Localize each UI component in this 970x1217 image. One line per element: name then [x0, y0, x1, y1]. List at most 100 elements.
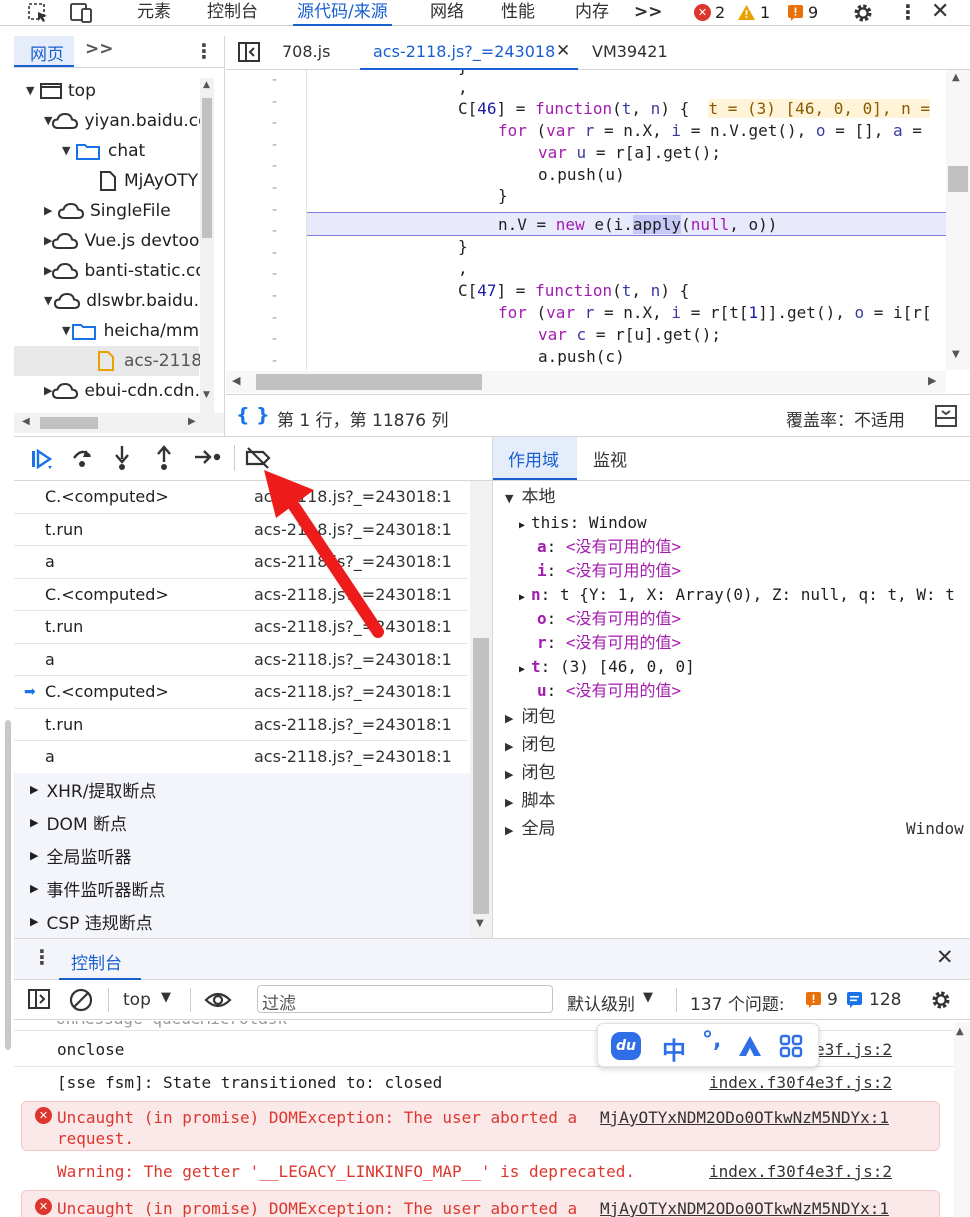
ime-punctuation-icon[interactable]: °,: [702, 1028, 721, 1053]
device-toolbar-icon[interactable]: [69, 2, 95, 24]
file-tab-vm[interactable]: VM39421: [592, 36, 668, 70]
console-scrollbar[interactable]: [954, 1022, 970, 1217]
scope-var-u[interactable]: u: <没有可用的值>: [505, 679, 970, 703]
issues-summary[interactable]: 137 个问题:: [690, 990, 785, 1015]
ime-skin-icon[interactable]: [737, 1034, 763, 1058]
toggle-navigator-icon[interactable]: [238, 42, 260, 62]
scope-var-r[interactable]: r: <没有可用的值>: [505, 631, 970, 655]
expand-arrow-icon[interactable]: ▼: [62, 316, 72, 346]
toggle-drawer-icon[interactable]: [935, 405, 957, 427]
code-area[interactable]: -------------- } , C[46] = function(t, n…: [226, 70, 946, 370]
collapse-arrow-icon[interactable]: ▶: [44, 226, 52, 256]
tree-item-file[interactable]: MjAyOTY: [14, 166, 199, 196]
section-csp-breakpoints[interactable]: ▶ CSP 违规断点: [14, 905, 468, 938]
collapse-arrow-icon[interactable]: ▶: [44, 196, 58, 226]
scroll-down-icon[interactable]: ▼: [476, 918, 484, 929]
call-frame-location[interactable]: acs-2118.js?_=243018:1: [254, 747, 452, 766]
call-frame[interactable]: t.run acs-2118.js?_=243018:1: [14, 709, 468, 741]
expand-arrow-icon[interactable]: ▼: [44, 106, 52, 136]
scope-script-header[interactable]: ▶ 脚本: [505, 787, 970, 815]
ime-toolbox-grid-icon[interactable]: [779, 1034, 803, 1058]
ime-language-toggle[interactable]: 中: [662, 1031, 686, 1066]
editor-hscrollbar-thumb[interactable]: [256, 374, 482, 390]
call-frame[interactable]: C.<computed>acs-2118.js?_=243018:1: [14, 481, 468, 514]
scroll-right-icon[interactable]: ▶: [928, 374, 936, 387]
resume-icon[interactable]: [30, 448, 54, 470]
ime-logo-icon[interactable]: du: [611, 1032, 641, 1060]
scroll-down-icon[interactable]: ▼: [952, 349, 960, 360]
drawer-tab-console[interactable]: 控制台: [71, 949, 122, 974]
scope-closure-header[interactable]: ▶ 闭包: [505, 759, 970, 787]
console-settings-icon[interactable]: [929, 988, 953, 1012]
collapse-arrow-icon[interactable]: ▶: [44, 376, 52, 406]
context-select[interactable]: top: [123, 990, 151, 1010]
tree-item-domain[interactable]: ▶ Vue.js devtoo: [14, 226, 199, 256]
message-source-link[interactable]: MjAyOTYxNDM2ODo0OTkwNzM5NDYx:1: [600, 1199, 889, 1217]
file-tab-708[interactable]: 708.js: [282, 36, 330, 70]
navigator-more-button[interactable]: >>: [85, 39, 114, 59]
debugger-scrollbar-thumb[interactable]: [473, 638, 489, 914]
close-drawer-icon[interactable]: ✕: [936, 945, 954, 969]
console-filter-input[interactable]: 过滤: [257, 985, 553, 1014]
call-frame[interactable]: a acs-2118.js?_=243018:1: [14, 546, 468, 579]
call-frame[interactable]: C.<computed>acs-2118.js?_=243018:1: [14, 579, 468, 611]
step-into-icon[interactable]: [112, 445, 132, 471]
kebab-menu-icon[interactable]: ⋮: [898, 0, 918, 24]
outer-scrollbar-thumb[interactable]: [5, 720, 11, 1050]
scroll-up-icon[interactable]: ▲: [952, 72, 960, 83]
tree-item-domain[interactable]: ▶ banti-static.co: [14, 256, 206, 286]
tree-item-domain[interactable]: ▶ ebui-cdn.cdn.: [14, 376, 200, 406]
scroll-right-icon[interactable]: ▶: [188, 416, 196, 427]
section-event-listener-breakpoints[interactable]: ▶ 事件监听器断点: [14, 872, 468, 905]
scope-var-a[interactable]: a: <没有可用的值>: [505, 535, 970, 559]
warning-count-badge[interactable]: 1: [737, 3, 770, 22]
tree-item-file-selected[interactable]: acs-2118: [14, 346, 202, 376]
tab-network[interactable]: 网络: [426, 0, 468, 26]
call-frame-location[interactable]: acs-2118.js?_=243018:1: [254, 650, 452, 669]
section-global-listeners[interactable]: ▶ 全局监听器: [14, 839, 468, 872]
navigator-scrollbar-thumb[interactable]: [202, 98, 212, 238]
scroll-left-icon[interactable]: ◀: [232, 374, 240, 387]
tab-console[interactable]: 控制台: [203, 0, 262, 26]
call-frame[interactable]: a acs-2118.js?_=243018:1: [14, 741, 468, 774]
scroll-up-icon[interactable]: ▲: [203, 80, 210, 90]
step-over-icon[interactable]: [70, 446, 94, 470]
scope-global-header[interactable]: ▶ 全局 Window: [505, 815, 970, 843]
chevron-down-icon[interactable]: ▼: [643, 990, 653, 1005]
scope-local-header[interactable]: ▼ 本地: [505, 483, 970, 511]
call-frame[interactable]: a acs-2118.js?_=243018:1: [14, 644, 468, 676]
inspect-element-icon[interactable]: [28, 3, 50, 23]
tab-sources[interactable]: 源代码/来源: [293, 0, 392, 26]
message-source-link[interactable]: index.f30f4e3f.js:2: [709, 1073, 892, 1092]
tab-watch[interactable]: 监视: [593, 446, 627, 471]
message-source-link[interactable]: MjAyOTYxNDM2ODo0OTkwNzM5NDYx:1: [600, 1108, 889, 1127]
console-sidebar-icon[interactable]: [28, 989, 50, 1009]
call-frame[interactable]: t.run acs-2118.js?_=243018:1: [14, 514, 468, 546]
call-frame-current[interactable]: ➡ C.<computed> acs-2118.js?_=243018:1: [14, 676, 468, 709]
call-frame-location[interactable]: acs-2118.js?_=243018:1: [254, 715, 452, 734]
drawer-menu-icon[interactable]: ⋮: [32, 945, 52, 969]
scope-var-n[interactable]: ▶ n: t {Y: 1, X: Array(0), Z: null, q: t,…: [505, 583, 970, 607]
close-devtools-icon[interactable]: ✕: [931, 0, 949, 24]
scroll-down-icon[interactable]: ▼: [203, 390, 210, 400]
tree-item-domain[interactable]: ▼ dlswbr.baidu.: [14, 286, 199, 316]
tree-item-folder[interactable]: ▼ heicha/mm: [14, 316, 199, 346]
section-xhr-breakpoints[interactable]: ▶ XHR/提取断点: [14, 773, 468, 806]
chevron-down-icon[interactable]: ▼: [161, 990, 171, 1005]
file-tab-acs[interactable]: acs-2118.js?_=243018: [373, 36, 555, 70]
expand-arrow-icon[interactable]: ▼: [62, 136, 76, 166]
scroll-left-icon[interactable]: ◀: [22, 416, 30, 427]
tree-item-domain[interactable]: ▼ yiyan.baidu.co: [14, 106, 209, 136]
ime-toolbar[interactable]: du 中 °,: [597, 1023, 819, 1067]
editor-vscrollbar-thumb[interactable]: [948, 166, 968, 192]
expand-arrow-icon[interactable]: ▼: [26, 76, 40, 106]
editor-vscrollbar[interactable]: [946, 70, 970, 370]
tab-memory[interactable]: 内存: [571, 0, 613, 26]
issues-count-badge[interactable]: 9: [787, 3, 818, 22]
live-expression-eye-icon[interactable]: [204, 990, 232, 1010]
scope-var-this[interactable]: ▶ this: Window: [505, 511, 970, 535]
scope-closure-header[interactable]: ▶ 闭包: [505, 703, 970, 731]
clear-console-icon[interactable]: [69, 988, 93, 1012]
error-count-badge[interactable]: ✕ 2: [694, 3, 725, 22]
section-dom-breakpoints[interactable]: ▶ DOM 断点: [14, 806, 468, 839]
